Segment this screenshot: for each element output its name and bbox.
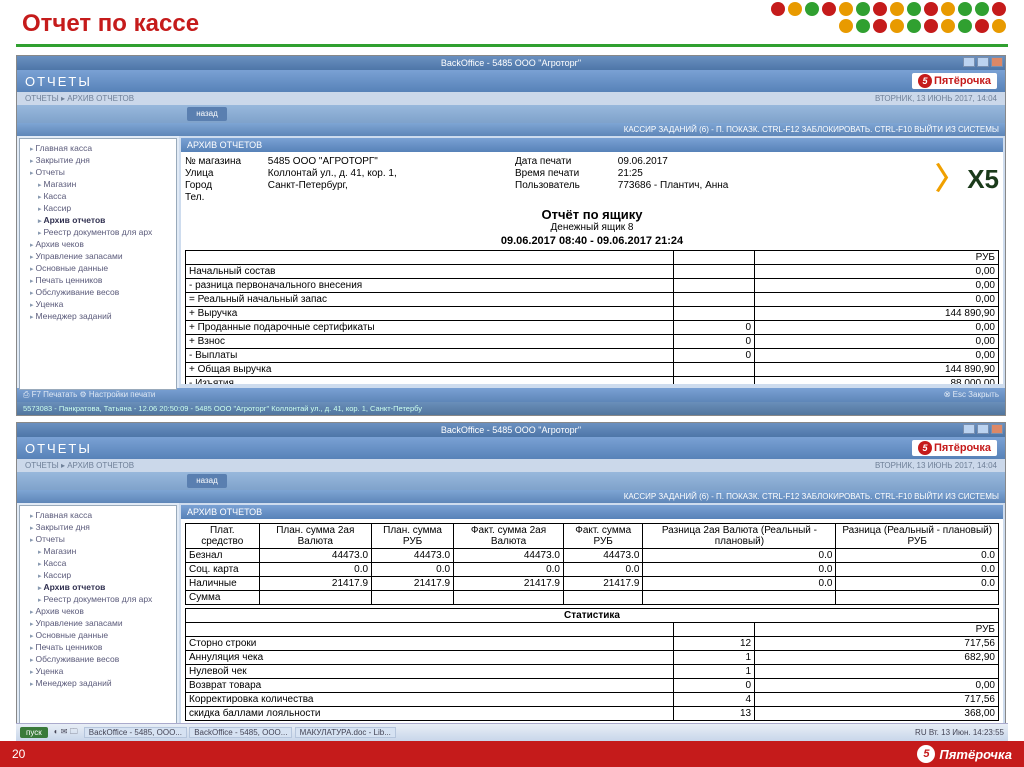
sidebar-item[interactable]: Обслуживание весов xyxy=(22,286,174,298)
footer-brand: 5Пятёрочка xyxy=(917,745,1012,763)
brand-logo: 5Пятёрочка xyxy=(912,73,997,89)
report-title: Отчёт по ящику xyxy=(185,207,999,222)
sidebar-item[interactable]: Печать ценников xyxy=(22,641,174,653)
sidebar-item[interactable]: Реестр документов для арх xyxy=(22,226,174,238)
header-date: ВТОРНИК, 13 ИЮНЬ 2017, 14:04 xyxy=(875,461,997,470)
system-tray: RU Вт. 13 Июн. 14:23:55 xyxy=(915,728,1004,737)
panel-heading: АРХИВ ОТЧЕТОВ xyxy=(181,505,1003,519)
screenshot-bottom: BackOffice - 5485 ООО "Агроторг" ОТЧЕТЫ … xyxy=(16,422,1006,767)
sidebar-item[interactable]: Магазин xyxy=(22,178,174,190)
sidebar-item[interactable]: Касса xyxy=(22,190,174,202)
report-subtitle: Денежный ящик 8 xyxy=(185,222,999,233)
sidebar-item[interactable]: Закрытие дня xyxy=(22,154,174,166)
window-titlebar: BackOffice - 5485 ООО "Агроторг" xyxy=(17,423,1005,437)
sidebar-item[interactable]: Кассир xyxy=(22,202,174,214)
back-button[interactable]: назад xyxy=(187,107,227,121)
maximize-icon[interactable] xyxy=(977,57,989,67)
sidebar-item[interactable]: Уценка xyxy=(22,665,174,677)
statistics-table: Статистика РУБ Сторно строки12717,56Анну… xyxy=(185,608,999,721)
taskbar-item[interactable]: BackOffice - 5485, ООО... xyxy=(189,727,292,738)
close-button[interactable]: ⮿ Esc Закрыть xyxy=(944,390,999,400)
module-title: ОТЧЕТЫ xyxy=(25,441,92,456)
sidebar-item[interactable]: Касса xyxy=(22,557,174,569)
sidebar-item[interactable]: Главная касса xyxy=(22,509,174,521)
sidebar-nav: Главная кассаЗакрытие дняОтчетыМагазинКа… xyxy=(19,505,177,741)
brand-logo: 5Пятёрочка xyxy=(912,440,997,456)
breadcrumb: ОТЧЕТЫ ▸ АРХИВ ОТЧЕТОВ xyxy=(25,461,134,470)
slide-footer: 20 5Пятёрочка xyxy=(0,741,1024,767)
panel-heading: АРХИВ ОТЧЕТОВ xyxy=(181,138,1003,152)
status-line: КАССИР ЗАДАНИЙ (6) - П. ПОКАЗК. CTRL-F12… xyxy=(17,490,1005,503)
sidebar-item[interactable]: Магазин xyxy=(22,545,174,557)
x5-logo: 〉X5 xyxy=(935,156,999,203)
sidebar-item[interactable]: Архив отчетов xyxy=(22,214,174,226)
quicklaunch[interactable]: ◐ ✉ 🗀 xyxy=(54,726,78,740)
status-bar: 5573083 - Панкратова, Татьяна - 12.06 20… xyxy=(17,402,1005,415)
sidebar-item[interactable]: Уценка xyxy=(22,298,174,310)
slide-number: 20 xyxy=(12,747,25,761)
sidebar-item[interactable]: Архив чеков xyxy=(22,238,174,250)
status-line: КАССИР ЗАДАНИЙ (6) - П. ПОКАЗК. CTRL-F12… xyxy=(17,123,1005,136)
decorative-dots xyxy=(766,2,1006,33)
close-icon[interactable] xyxy=(991,424,1003,434)
sidebar-item[interactable]: Обслуживание весов xyxy=(22,653,174,665)
sidebar-item[interactable]: Главная касса xyxy=(22,142,174,154)
toolbar: назад xyxy=(17,105,1005,123)
screenshot-top: BackOffice - 5485 ООО "Агроторг" ОТЧЕТЫ … xyxy=(16,55,1006,416)
sidebar-nav: Главная кассаЗакрытие дняОтчетыМагазинКа… xyxy=(19,138,177,390)
close-icon[interactable] xyxy=(991,57,1003,67)
minimize-icon[interactable] xyxy=(963,424,975,434)
header-date: ВТОРНИК, 13 ИЮНЬ 2017, 14:04 xyxy=(875,94,997,103)
sidebar-item[interactable]: Печать ценников xyxy=(22,274,174,286)
print-button[interactable]: ⎙ F7 Печатать ⚙ Настройки печати xyxy=(23,390,155,400)
drawer-report-table: РУБ Начальный состав0,00- разница первон… xyxy=(185,250,999,384)
sidebar-item[interactable]: Кассир xyxy=(22,569,174,581)
maximize-icon[interactable] xyxy=(977,424,989,434)
sidebar-item[interactable]: Реестр документов для арх xyxy=(22,593,174,605)
sidebar-item[interactable]: Отчеты xyxy=(22,166,174,178)
payment-method-table: Плат. средствоПлан. сумма 2ая ВалютаПлан… xyxy=(185,523,999,605)
window-titlebar: BackOffice - 5485 ООО "Агроторг" xyxy=(17,56,1005,70)
sidebar-item[interactable]: Менеджер заданий xyxy=(22,310,174,322)
taskbar-item[interactable]: BackOffice - 5485, ООО... xyxy=(84,727,187,738)
sidebar-item[interactable]: Управление запасами xyxy=(22,617,174,629)
sidebar-item[interactable]: Менеджер заданий xyxy=(22,677,174,689)
windows-taskbar: пуск ◐ ✉ 🗀 BackOffice - 5485, ООО... Bac… xyxy=(16,723,1008,741)
sidebar-item[interactable]: Архив чеков xyxy=(22,605,174,617)
sidebar-item[interactable]: Отчеты xyxy=(22,533,174,545)
report-range: 09.06.2017 08:40 - 09.06.2017 21:24 xyxy=(185,235,999,247)
sidebar-item[interactable]: Закрытие дня xyxy=(22,521,174,533)
sidebar-item[interactable]: Архив отчетов xyxy=(22,581,174,593)
start-button[interactable]: пуск xyxy=(20,727,48,738)
sidebar-item[interactable]: Основные данные xyxy=(22,629,174,641)
module-title: ОТЧЕТЫ xyxy=(25,74,92,89)
taskbar-item[interactable]: МАКУЛАТУРА.doc - Lib... xyxy=(295,727,396,738)
sidebar-item[interactable]: Управление запасами xyxy=(22,250,174,262)
back-button[interactable]: назад xyxy=(187,474,227,488)
sidebar-item[interactable]: Основные данные xyxy=(22,262,174,274)
minimize-icon[interactable] xyxy=(963,57,975,67)
breadcrumb: ОТЧЕТЫ ▸ АРХИВ ОТЧЕТОВ xyxy=(25,94,134,103)
